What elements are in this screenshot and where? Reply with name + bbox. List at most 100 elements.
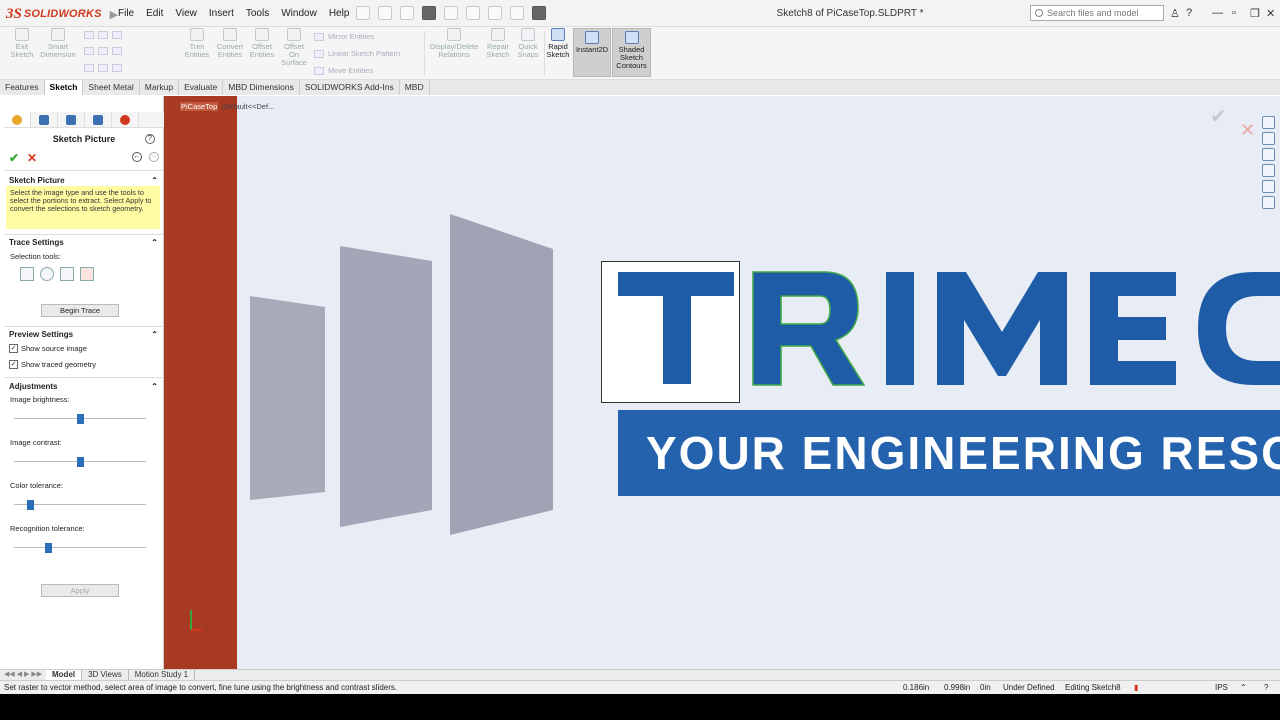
close-icon[interactable]: ✕ (1266, 7, 1275, 20)
minimize-icon[interactable]: — (1212, 7, 1223, 19)
tab-scroll-arrows-icon[interactable]: ◀◀ ◀ ▶ ▶▶ (0, 670, 46, 680)
print-icon[interactable] (422, 6, 436, 20)
property-manager-tab[interactable] (31, 112, 58, 127)
menu-file[interactable]: File (118, 8, 134, 19)
rebuild-status-icon[interactable]: ▮ (1134, 681, 1138, 694)
undo-icon[interactable] (444, 6, 458, 20)
home-icon[interactable] (356, 6, 370, 20)
color-tolerance-slider[interactable] (14, 500, 146, 510)
tab-mbd-dimensions[interactable]: MBD Dimensions (223, 80, 300, 95)
custom-properties-icon[interactable] (1262, 196, 1275, 209)
offset-entities-button[interactable]: Offset Entities (246, 28, 278, 59)
tab-model[interactable]: Model (46, 670, 83, 680)
menu-insert[interactable]: Insert (209, 8, 234, 19)
help-icon[interactable]: ? (145, 134, 155, 144)
apply-button[interactable]: Apply (41, 584, 119, 597)
slider-thumb[interactable] (77, 414, 84, 424)
display-delete-relations-button[interactable]: Display/Delete Relations (428, 28, 480, 59)
linear-pattern-button[interactable]: Linear Sketch Pattern (314, 49, 400, 58)
new-document-icon[interactable] (378, 6, 392, 20)
tab-sheet-metal[interactable]: Sheet Metal (83, 80, 140, 95)
show-traced-geometry-checkbox[interactable]: ✓ Show traced geometry (9, 360, 96, 369)
units-selector[interactable]: IPS (1215, 681, 1228, 694)
begin-trace-button[interactable]: Begin Trace (41, 304, 119, 317)
tab-markup[interactable]: Markup (140, 80, 180, 95)
select-icon[interactable] (466, 6, 480, 20)
mirror-entities-button[interactable]: Mirror Entities (314, 32, 374, 41)
user-icon[interactable]: ♙ (1170, 7, 1180, 20)
offset-on-surface-button[interactable]: Offset On Surface (278, 28, 310, 67)
forward-icon[interactable]: → (149, 152, 159, 162)
brightness-slider[interactable] (14, 414, 146, 424)
recognition-tolerance-slider[interactable] (14, 543, 146, 553)
slider-thumb[interactable] (77, 457, 84, 467)
tab-evaluate[interactable]: Evaluate (179, 80, 224, 95)
configuration-manager-tab[interactable] (58, 112, 85, 127)
repair-sketch-button[interactable]: Repair Sketch (482, 28, 514, 59)
trim-entities-button[interactable]: Trim Entities (180, 28, 214, 59)
selected-trace-region[interactable] (601, 261, 740, 403)
text-tools[interactable] (84, 64, 122, 72)
slider-thumb[interactable] (45, 543, 52, 553)
collapse-icon[interactable]: ⌃ (151, 330, 158, 339)
open-icon[interactable] (400, 6, 414, 20)
shaded-sketch-contours-button[interactable]: Shaded Sketch Contours (612, 28, 651, 77)
contrast-slider[interactable] (14, 457, 146, 467)
convert-entities-button[interactable]: Convert Entities (212, 28, 248, 59)
ok-button[interactable]: ✔ (9, 151, 19, 165)
resources-home-icon[interactable] (1262, 116, 1275, 129)
menu-window[interactable]: Window (281, 8, 317, 19)
color-picker-icon[interactable] (80, 267, 94, 281)
file-properties-icon[interactable] (510, 6, 524, 20)
solidworks-logo[interactable]: 3S SOLIDWORKS ▶ (6, 4, 118, 24)
tab-features[interactable]: Features (0, 80, 45, 95)
confirm-corner-cancel-icon[interactable]: ✕ (1240, 120, 1255, 141)
graphics-area[interactable]: PiCaseTop (Default<<Def... YOUR ENGINEER… (164, 96, 1280, 669)
tab-solidworks-addins[interactable]: SOLIDWORKS Add-Ins (300, 80, 400, 95)
menu-help[interactable]: Help (329, 8, 350, 19)
arc-tools[interactable] (84, 47, 122, 55)
cancel-button[interactable]: ✕ (27, 151, 37, 165)
sketch-picture-section-header[interactable]: Sketch Picture ⌃ (4, 176, 164, 185)
restore-icon[interactable]: ❐ (1250, 7, 1260, 20)
expand-arrow-icon[interactable]: ▶ (110, 8, 118, 21)
preview-settings-section-header[interactable]: Preview Settings ⌃ (4, 330, 164, 339)
move-entities-button[interactable]: Move Entities (314, 66, 373, 75)
tab-sketch[interactable]: Sketch (44, 80, 84, 95)
instant2d-button[interactable]: Instant2D (573, 28, 611, 77)
smart-dimension-button[interactable]: Smart Dimension (38, 28, 78, 59)
rebuild-icon[interactable] (488, 6, 502, 20)
dimxpert-tab[interactable] (85, 112, 112, 127)
feature-manager-tab[interactable] (4, 112, 31, 127)
lasso-select-icon[interactable] (40, 267, 54, 281)
design-library-icon[interactable] (1262, 132, 1275, 145)
tab-mbd[interactable]: MBD (400, 80, 430, 95)
menu-view[interactable]: View (175, 8, 197, 19)
menu-tools[interactable]: Tools (246, 8, 269, 19)
line-tools[interactable] (84, 31, 122, 39)
rapid-sketch-button[interactable]: Rapid Sketch (544, 28, 572, 59)
appearances-icon[interactable] (1262, 180, 1275, 193)
trace-settings-section-header[interactable]: Trace Settings ⌃ (4, 238, 164, 247)
quick-snaps-button[interactable]: Quick Snaps (514, 28, 542, 59)
collapse-icon[interactable]: ⌃ (151, 176, 158, 185)
display-manager-tab[interactable] (112, 112, 139, 127)
help-status-icon[interactable]: ? (1264, 681, 1268, 694)
maximize-icon[interactable]: ▫ (1232, 7, 1236, 19)
tab-motion-study-1[interactable]: Motion Study 1 (129, 670, 196, 680)
units-dropdown-icon[interactable]: ⌃ (1240, 681, 1247, 694)
back-icon[interactable]: ← (132, 152, 142, 162)
options-gear-icon[interactable] (532, 6, 546, 20)
view-palette-icon[interactable] (1262, 164, 1275, 177)
collapse-icon[interactable]: ⌃ (151, 238, 158, 247)
menu-edit[interactable]: Edit (146, 8, 163, 19)
search-input[interactable]: Search files and model (1030, 5, 1164, 21)
confirm-corner-check-icon[interactable]: ✔ (1210, 104, 1227, 129)
adjustments-section-header[interactable]: Adjustments ⌃ (4, 382, 164, 391)
polygon-select-icon[interactable] (60, 267, 74, 281)
show-source-image-checkbox[interactable]: ✓ Show source image (9, 344, 87, 353)
exit-sketch-button[interactable]: Exit Sketch (6, 28, 38, 59)
collapse-icon[interactable]: ⌃ (151, 382, 158, 391)
file-explorer-icon[interactable] (1262, 148, 1275, 161)
rectangle-select-icon[interactable] (20, 267, 34, 281)
